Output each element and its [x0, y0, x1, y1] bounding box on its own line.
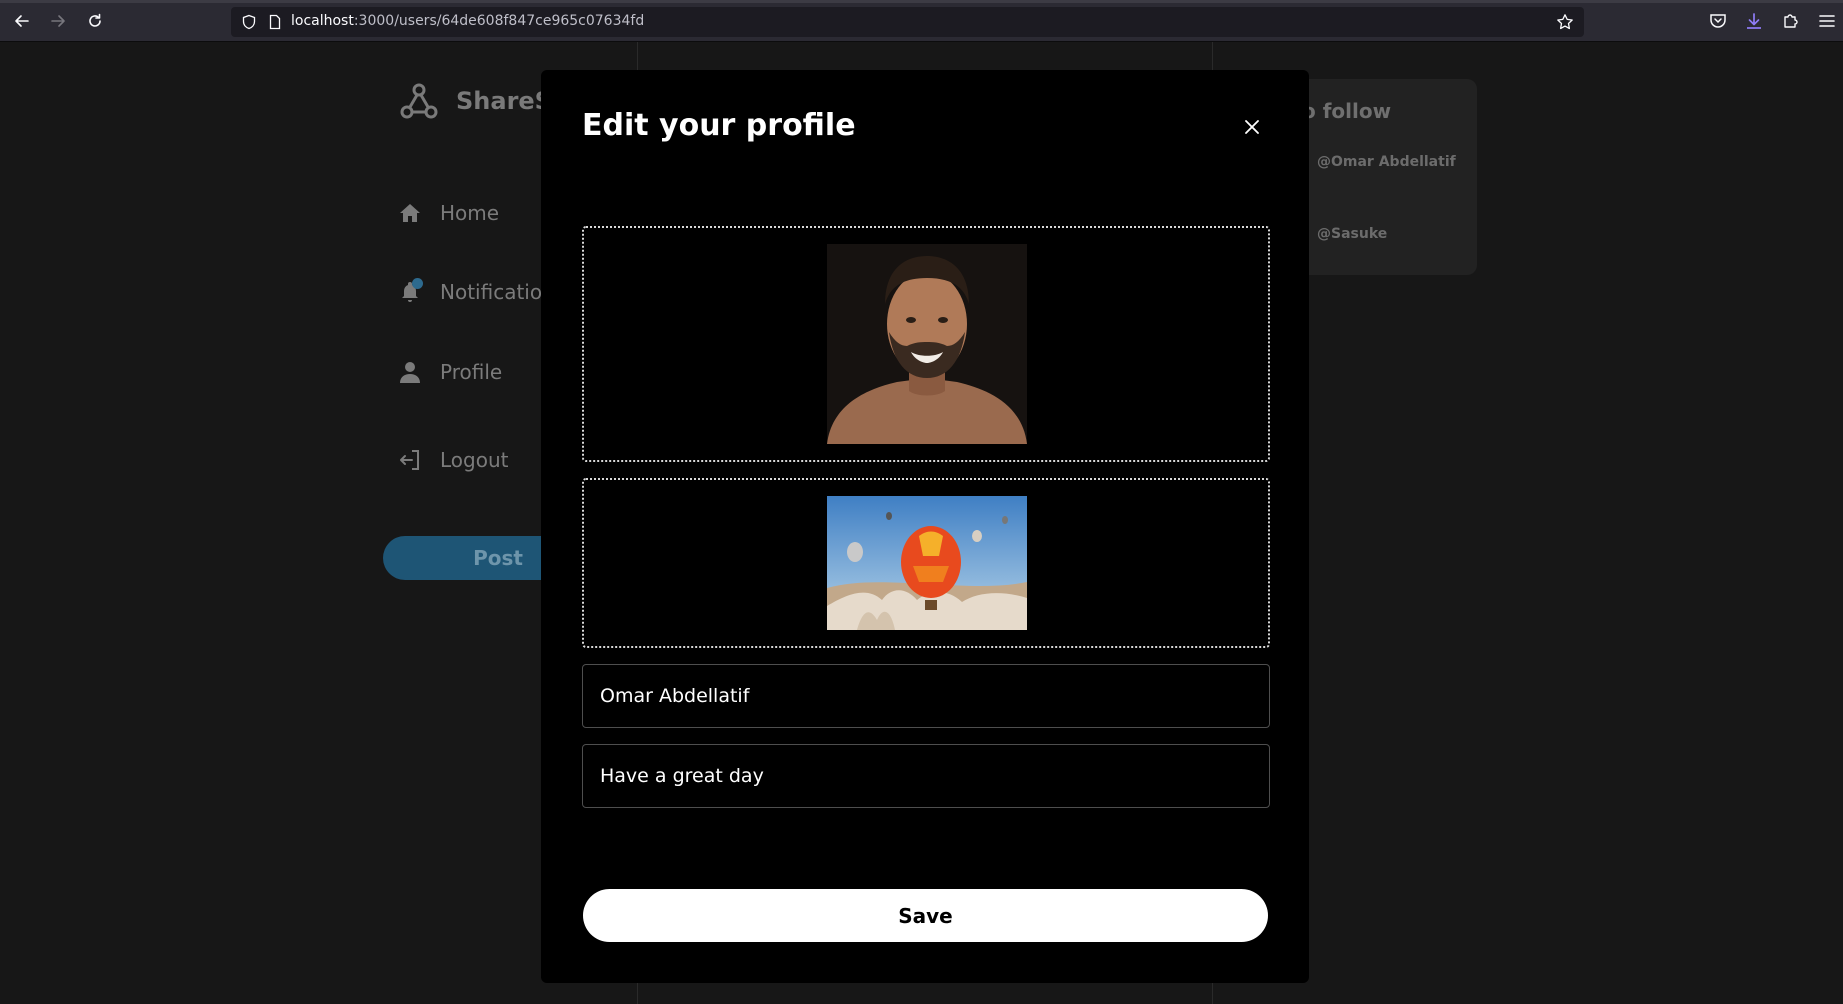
sidebar-item-label: Logout — [440, 448, 509, 472]
sidebar-item-profile[interactable]: Profile — [398, 360, 502, 384]
menu-icon[interactable] — [1817, 11, 1837, 31]
reload-icon — [89, 13, 101, 27]
sidebar-item-home[interactable]: Home — [398, 201, 499, 225]
bio-input[interactable] — [583, 745, 1269, 807]
sidebar-item-label: Profile — [440, 360, 503, 384]
sidebar-item-logout[interactable]: Logout — [398, 448, 508, 472]
cover-photo — [827, 496, 1027, 630]
save-button[interactable]: Save — [583, 889, 1268, 942]
forward-button[interactable] — [47, 10, 69, 32]
edit-profile-modal: Edit your profile Omar Abdellatif Have a… — [541, 70, 1309, 983]
url-text[interactable]: localhost:3000/users/64de608f847ce965c07… — [291, 13, 644, 29]
pocket-icon[interactable] — [1708, 11, 1728, 31]
modal-title: Edit your profile — [582, 108, 856, 143]
arrow-right-icon — [51, 15, 65, 27]
sidebar-item-label: Home — [440, 201, 500, 225]
follow-handle[interactable]: @Omar Abdellatif — [1317, 154, 1456, 170]
cover-dropzone[interactable] — [582, 478, 1270, 648]
extensions-icon[interactable] — [1781, 11, 1801, 31]
back-button[interactable] — [11, 10, 33, 32]
reload-button[interactable] — [84, 10, 106, 32]
avatar-image — [827, 244, 1027, 444]
follow-handle[interactable]: @Sasuke — [1317, 226, 1387, 242]
download-icon[interactable] — [1744, 11, 1764, 31]
close-button[interactable] — [1240, 115, 1264, 139]
browser-toolbar: localhost:3000/users/64de608f847ce965c07… — [0, 0, 1843, 42]
cover-image — [827, 496, 1027, 630]
address-bar[interactable]: localhost:3000/users/64de608f847ce965c07… — [231, 7, 1584, 37]
name-field[interactable] — [582, 664, 1270, 728]
home-icon — [400, 204, 420, 222]
arrow-left-icon — [15, 15, 29, 27]
avatar-photo — [827, 244, 1027, 444]
url-host: localhost — [291, 13, 354, 29]
bio-field[interactable] — [582, 744, 1270, 808]
bookmark-star-icon[interactable] — [1556, 13, 1574, 31]
page-icon — [269, 14, 281, 30]
notification-badge — [412, 278, 423, 289]
logout-icon — [400, 450, 419, 470]
bell-icon-wrap — [398, 278, 423, 304]
tab-strip-edge — [0, 0, 1843, 3]
share-logo-icon — [400, 83, 438, 119]
user-icon — [400, 362, 420, 383]
avatar-dropzone[interactable] — [582, 226, 1270, 462]
close-icon — [1245, 120, 1259, 134]
shield-icon[interactable] — [241, 14, 257, 30]
url-path: :3000/users/64de608f847ce965c07634fd — [353, 13, 645, 29]
name-input[interactable] — [583, 665, 1269, 727]
follow-card-title: o follow — [1302, 99, 1392, 123]
